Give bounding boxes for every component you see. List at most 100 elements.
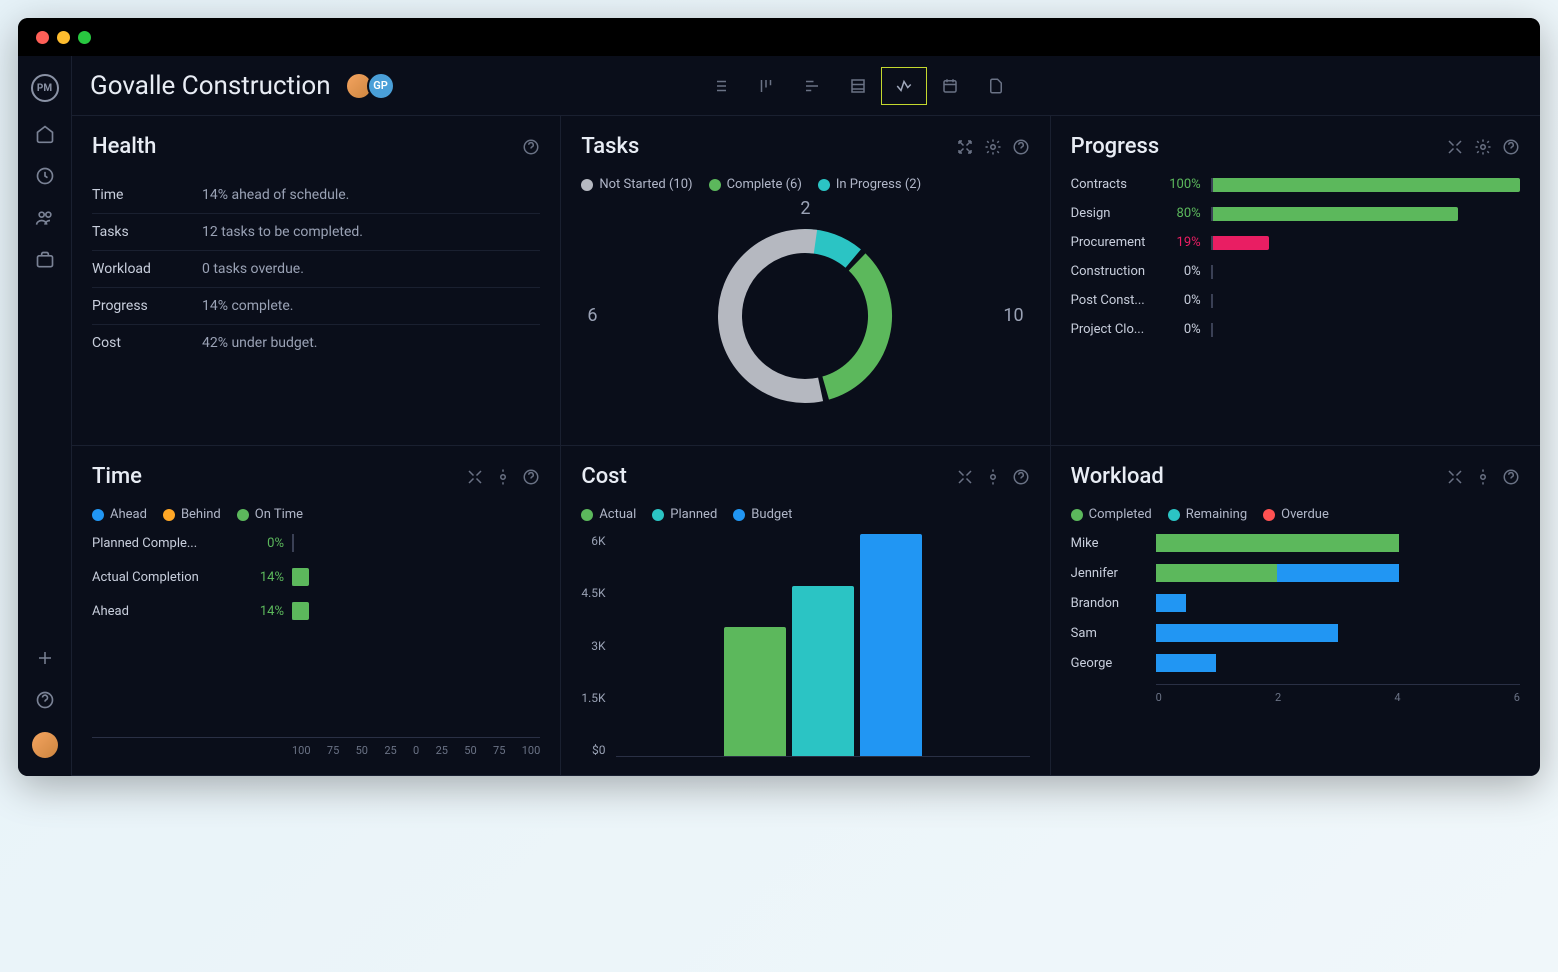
briefcase-icon[interactable] (35, 250, 55, 270)
donut-label-complete: 6 (587, 305, 597, 326)
progress-name: Construction (1071, 264, 1161, 279)
help-icon[interactable] (1502, 138, 1520, 156)
expand-icon[interactable] (1446, 138, 1464, 156)
home-icon[interactable] (35, 124, 55, 144)
health-card: Health Time14% ahead of schedule.Tasks12… (72, 116, 561, 446)
cost-card: Cost ActualPlannedBudget 6K4.5K3K1.5K$0 (561, 446, 1050, 776)
legend-item[interactable]: Remaining (1168, 507, 1247, 522)
time-name: Actual Completion (92, 570, 242, 585)
progress-pct: 80% (1161, 206, 1211, 221)
legend-item[interactable]: Planned (652, 507, 717, 522)
add-icon[interactable] (35, 648, 55, 668)
legend-item[interactable]: Actual (581, 507, 636, 522)
legend-item[interactable]: Overdue (1263, 507, 1329, 522)
dashboard-view-tab[interactable] (881, 67, 927, 105)
legend-item[interactable]: Completed (1071, 507, 1152, 522)
settings-icon[interactable] (1474, 138, 1492, 156)
progress-row: Post Const... 0% (1071, 293, 1520, 308)
legend-item[interactable]: Behind (163, 507, 221, 522)
card-title: Health (92, 134, 522, 159)
health-label: Progress (92, 298, 202, 314)
table-view-tab[interactable] (835, 67, 881, 105)
progress-name: Project Clo... (1071, 322, 1161, 337)
legend-dot (818, 179, 830, 191)
expand-icon[interactable] (956, 138, 974, 156)
progress-row: Procurement 19% (1071, 235, 1520, 250)
progress-bar-track (1211, 178, 1520, 192)
file-view-tab[interactable] (973, 67, 1019, 105)
time-pct: 0% (242, 536, 292, 551)
axis-tick: 25 (436, 744, 448, 757)
workload-name: Mike (1071, 536, 1156, 551)
health-value: 42% under budget. (202, 335, 317, 351)
time-bar (292, 568, 309, 586)
board-view-tab[interactable] (743, 67, 789, 105)
help-icon[interactable] (1012, 468, 1030, 486)
legend-item[interactable]: Budget (733, 507, 792, 522)
help-icon[interactable] (1012, 138, 1030, 156)
legend-dot (163, 509, 175, 521)
workload-bar-completed (1156, 564, 1277, 582)
help-icon[interactable] (522, 468, 540, 486)
time-bar (292, 602, 309, 620)
workload-row: George (1071, 654, 1520, 672)
gantt-view-tab[interactable] (789, 67, 835, 105)
settings-icon[interactable] (984, 138, 1002, 156)
expand-icon[interactable] (466, 468, 484, 486)
legend-dot (92, 509, 104, 521)
legend-label: In Progress (2) (836, 177, 921, 192)
legend-item[interactable]: On Time (237, 507, 303, 522)
progress-bar-track (1211, 323, 1520, 337)
calendar-view-tab[interactable] (927, 67, 973, 105)
clock-icon[interactable] (35, 166, 55, 186)
progress-bar-track (1211, 236, 1520, 250)
workload-row: Sam (1071, 624, 1520, 642)
legend-label: Complete (6) (727, 177, 802, 192)
time-name: Ahead (92, 604, 242, 619)
app-logo[interactable]: PM (31, 74, 59, 102)
workload-name: Sam (1071, 626, 1156, 641)
team-icon[interactable] (35, 208, 55, 228)
progress-name: Procurement (1071, 235, 1161, 250)
workload-row: Mike (1071, 534, 1520, 552)
axis-tick: 4 (1394, 691, 1400, 704)
user-avatar[interactable] (32, 732, 58, 758)
legend-label: Not Started (10) (599, 177, 692, 192)
help-icon[interactable] (35, 690, 55, 710)
axis-tick: 75 (327, 744, 339, 757)
health-row: Cost42% under budget. (92, 325, 540, 361)
health-row: Time14% ahead of schedule. (92, 177, 540, 214)
health-value: 0 tasks overdue. (202, 261, 304, 277)
window-minimize-button[interactable] (57, 31, 70, 44)
settings-icon[interactable] (494, 468, 512, 486)
window-maximize-button[interactable] (78, 31, 91, 44)
legend-item[interactable]: In Progress (2) (818, 177, 921, 192)
list-view-tab[interactable] (697, 67, 743, 105)
axis-tick: 50 (356, 744, 368, 757)
window-close-button[interactable] (36, 31, 49, 44)
axis-tick: 75 (493, 744, 505, 757)
expand-icon[interactable] (1446, 468, 1464, 486)
help-icon[interactable] (1502, 468, 1520, 486)
time-bar-track (292, 568, 540, 586)
workload-bar-track (1156, 624, 1520, 642)
progress-name: Contracts (1071, 177, 1161, 192)
member-avatars[interactable]: GP (345, 72, 395, 100)
settings-icon[interactable] (984, 468, 1002, 486)
workload-card: Workload CompletedRemainingOverdue Mike … (1051, 446, 1540, 776)
legend-item[interactable]: Not Started (10) (581, 177, 692, 192)
cost-bar (792, 586, 854, 756)
card-title: Progress (1071, 134, 1446, 159)
expand-icon[interactable] (956, 468, 974, 486)
legend-item[interactable]: Ahead (92, 507, 147, 522)
workload-bar-track (1156, 534, 1520, 552)
legend-item[interactable]: Complete (6) (709, 177, 802, 192)
time-pct: 14% (242, 604, 292, 619)
progress-pct: 19% (1161, 235, 1211, 250)
help-icon[interactable] (522, 138, 540, 156)
settings-icon[interactable] (1474, 468, 1492, 486)
health-value: 14% complete. (202, 298, 293, 314)
member-avatar[interactable]: GP (367, 72, 395, 100)
tasks-donut-chart: 2 6 10 (581, 204, 1029, 427)
legend-dot (733, 509, 745, 521)
